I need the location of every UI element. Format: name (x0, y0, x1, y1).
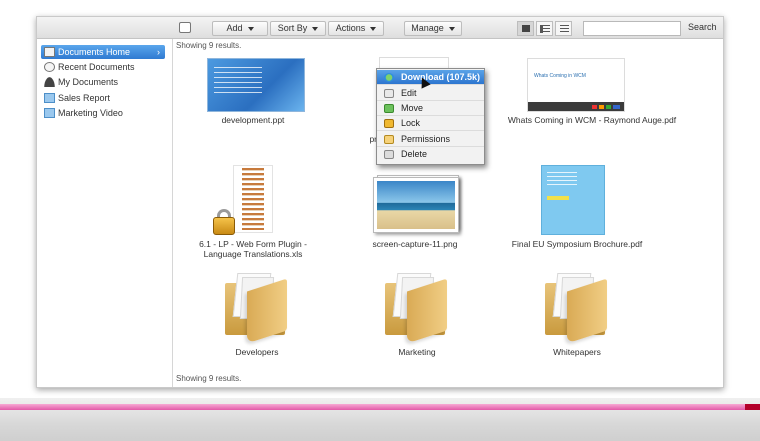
menu-item-label: Permissions (401, 134, 451, 144)
menu-item-label: Download (107.5k) (401, 72, 481, 82)
sidebar-item-label: My Documents (58, 77, 119, 87)
sidebar-item-sales-report[interactable]: Sales Report (41, 91, 165, 105)
select-all-checkbox[interactable] (179, 22, 191, 33)
folder-icon (385, 273, 451, 344)
folder-item-marketing[interactable]: Marketing (377, 273, 457, 357)
file-item-development-ppt[interactable]: development.ppt (197, 57, 309, 127)
download-icon (384, 73, 394, 82)
pdf-thumbnail: Whats Coming in WCM (527, 58, 625, 112)
home-icon (44, 47, 55, 57)
file-item-eu-symposium-brochure[interactable]: Final EU Symposium Brochure.pdf (497, 165, 657, 251)
manage-label: Manage (411, 23, 444, 33)
pink-divider-end (745, 404, 760, 410)
sidebar-item-documents-home[interactable]: Documents Home › (41, 45, 165, 59)
actions-button[interactable]: Actions (328, 21, 384, 36)
menu-item-lock[interactable]: Lock (377, 116, 484, 131)
sidebar-item-marketing-video[interactable]: Marketing Video (41, 106, 165, 120)
menu-item-label: Delete (401, 149, 428, 159)
file-name: development.ppt (221, 115, 285, 125)
sidebar: Documents Home › Recent Documents My Doc… (37, 39, 173, 387)
document-library-window: Add Sort By Actions Manage Search Docume… (36, 16, 724, 388)
xls-thumbnail (233, 165, 273, 233)
file-item-whats-coming-wcm[interactable]: Whats Coming in WCM Whats Coming in WCM … (497, 57, 676, 137)
add-button-label: Add (226, 23, 243, 33)
file-name: screen-capture-11.png (372, 239, 458, 249)
icon-view-icon (522, 25, 530, 32)
menu-item-edit[interactable]: Edit (377, 86, 484, 101)
brochure-thumbnail (541, 165, 605, 235)
lock-icon (213, 217, 235, 235)
folder-icon (545, 273, 611, 344)
actions-label: Actions (335, 23, 366, 33)
chevron-down-icon (448, 26, 455, 31)
file-item-screen-capture-png[interactable]: screen-capture-11.png (357, 165, 473, 251)
chevron-right-icon: › (157, 47, 160, 57)
folder-name: Marketing (398, 347, 436, 357)
sort-by-button[interactable]: Sort By (270, 21, 326, 36)
file-context-menu: Download (107.5k) Edit Move Lock Permiss… (376, 68, 485, 165)
file-name: Whats Coming in WCM - Raymond Auge.pdf (507, 115, 677, 125)
folder-name: Whitepapers (553, 347, 601, 357)
sidebar-item-label: Sales Report (58, 93, 111, 103)
sort-by-label: Sort By (277, 23, 308, 33)
menu-item-delete[interactable]: Delete (377, 147, 484, 162)
sidebar-item-label: Recent Documents (58, 62, 135, 72)
sidebar-item-recent-documents[interactable]: Recent Documents (41, 60, 165, 74)
file-item-web-form-plugin-xls[interactable]: 6.1 - LP - Web Form Plugin - Language Tr… (187, 165, 319, 261)
folder-item-whitepapers[interactable]: Whitepapers (537, 273, 617, 357)
file-name: 6.1 - LP - Web Form Plugin - Language Tr… (199, 239, 307, 259)
list-view-button[interactable] (555, 21, 572, 36)
ppt-thumbnail (207, 58, 305, 112)
results-count-top: Showing 9 results. (176, 41, 242, 50)
chevron-down-icon (247, 26, 254, 31)
descriptive-view-button[interactable] (536, 21, 553, 36)
thumbnail-title: Whats Coming in WCM (534, 73, 586, 79)
menu-item-label: Lock (401, 118, 421, 128)
list-view-icon (560, 25, 569, 33)
search-button[interactable]: Search (685, 21, 720, 36)
menu-item-download[interactable]: Download (107.5k) (377, 70, 484, 85)
menu-item-move[interactable]: Move (377, 101, 484, 116)
sidebar-item-my-documents[interactable]: My Documents (41, 75, 165, 89)
pink-divider (0, 404, 760, 410)
lock-icon (384, 119, 394, 128)
descriptive-view-icon (540, 25, 550, 33)
icon-view-button[interactable] (517, 21, 534, 36)
menu-item-permissions[interactable]: Permissions (377, 132, 484, 147)
menu-item-label: Edit (401, 88, 417, 98)
documents-icon (44, 93, 55, 103)
move-icon (384, 104, 394, 113)
chevron-down-icon (370, 26, 377, 31)
sidebar-item-label: Documents Home (58, 47, 131, 57)
edit-icon (384, 89, 394, 98)
user-icon (44, 77, 55, 87)
delete-icon (384, 150, 394, 159)
folder-icon (225, 273, 291, 344)
chevron-down-icon (312, 26, 319, 31)
toolbar: Add Sort By Actions Manage Search (37, 17, 723, 39)
add-button[interactable]: Add (212, 21, 268, 36)
folder-item-developers[interactable]: Developers (217, 273, 297, 357)
documents-icon (44, 108, 55, 118)
permissions-icon (384, 135, 394, 144)
sidebar-item-label: Marketing Video (58, 108, 123, 118)
search-input[interactable] (583, 21, 681, 36)
clock-icon (44, 62, 55, 72)
png-thumbnail (373, 177, 459, 233)
manage-button[interactable]: Manage (404, 21, 462, 36)
menu-item-label: Move (401, 103, 424, 113)
file-name: pr (369, 134, 377, 144)
results-count-bottom: Showing 9 results. (176, 374, 242, 383)
file-name: Final EU Symposium Brochure.pdf (511, 239, 643, 249)
folder-name: Developers (235, 347, 279, 357)
